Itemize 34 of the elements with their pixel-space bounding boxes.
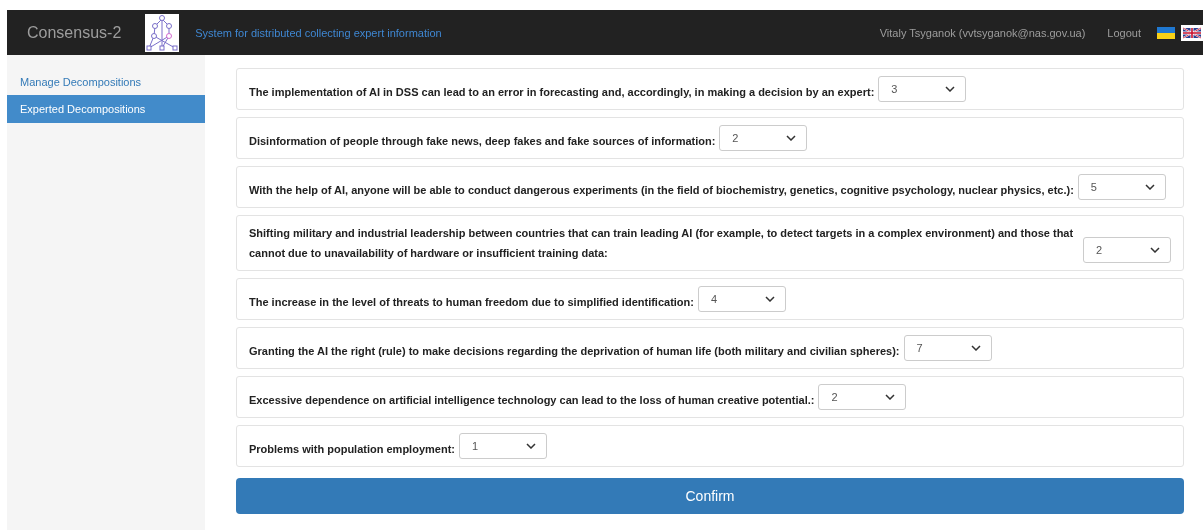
rating-select[interactable]: 1 [458,433,547,459]
brand-name[interactable]: Consensus-2 [27,23,122,42]
tagline: System for distributed collecting expert information [195,26,442,39]
chevron-down-icon [786,135,797,141]
rating-select[interactable]: 3 [878,76,967,102]
chevron-down-icon [970,345,981,351]
question-text: With the help of AI, anyone will be able to conduct dangerous experiments (in the field of biochemistry, genetics, cognitive psychology, nuclear physics, etc.): [249,183,1074,198]
sidebar-item[interactable]: Experted Decompositions [7,95,205,123]
question-text: Problems with population employment: [249,442,455,457]
sidebar-item[interactable]: Manage Decompositions [7,69,205,95]
question-text: The increase in the level of threats to human freedom due to simplified identification: [249,295,694,310]
confirm-button[interactable]: Confirm [236,478,1184,514]
rating-select[interactable]: 5 [1077,174,1166,200]
rating-select[interactable]: 2 [818,384,907,410]
chevron-down-icon [1144,184,1155,190]
rating-select[interactable]: 2 [1083,237,1171,263]
chevron-down-icon [1150,247,1160,253]
question-text: The implementation of AI in DSS can lead to an error in forecasting and, accordingly, in making a decision by an expert: [249,85,875,100]
chevron-down-icon [764,296,775,302]
question-text: Excessive dependence on artificial intelligence technology can lead to the loss of human creative potential.: [249,393,815,408]
rating-select[interactable]: 7 [903,335,992,361]
logout-link[interactable]: Logout [1107,26,1141,39]
uk-flag-icon[interactable] [1181,24,1203,41]
chevron-down-icon [885,394,896,400]
user-name: Vitaly Tsyganok (vvtsyganok@nas.gov.ua) [879,26,1086,39]
rating-select[interactable]: 4 [697,286,786,312]
rating-select[interactable]: 2 [719,125,808,151]
ukraine-flag-icon[interactable] [1157,26,1175,39]
question-text: Disinformation of people through fake news, deep fakes and fake sources of information: [249,134,716,149]
chevron-down-icon [525,443,536,449]
chevron-down-icon [945,86,956,92]
question-text: Granting the AI the right (rule) to make decisions regarding the deprivation of human life (both military and civilian spheres): [249,344,900,359]
tree-logo-icon [145,13,180,52]
question-text: Shifting military and industrial leadership between countries that can train leading AI (for example, to detect targets in a complex environment) and those that cannot due to unavailability of hardware or insufficient training data: [249,226,1075,261]
